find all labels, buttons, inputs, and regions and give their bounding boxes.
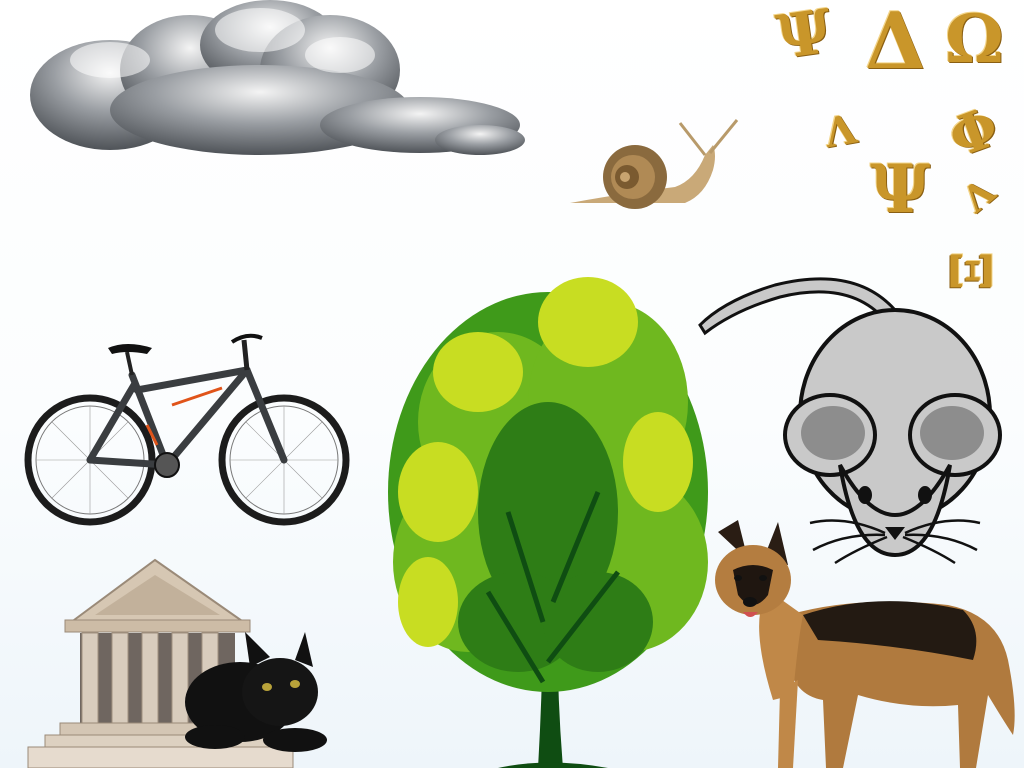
snail <box>570 119 739 209</box>
greek-letter: Φ <box>940 93 1007 171</box>
greek-letter: Ω <box>945 0 1004 78</box>
greek-letter: Δ <box>865 0 926 87</box>
tree <box>388 277 708 768</box>
bicycle <box>24 333 350 526</box>
cloud <box>30 0 525 155</box>
dog <box>715 520 1015 768</box>
black-cat <box>185 632 327 752</box>
greek-letter: Λ <box>821 105 860 158</box>
greek-letter: Ψ <box>772 0 837 74</box>
greek-letter: Λ <box>954 170 1004 222</box>
greek-letter: Ψ <box>870 150 931 228</box>
